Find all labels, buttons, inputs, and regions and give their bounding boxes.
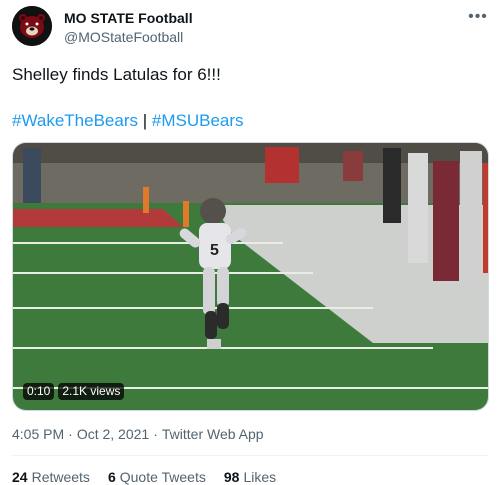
hashtag-link[interactable]: #WakeTheBears	[12, 111, 138, 130]
video-player[interactable]: 5 0:10 2.1K views	[12, 142, 489, 411]
author-display-name[interactable]: MO STATE Football	[64, 9, 193, 27]
tweet-meta: 4:05 PM · Oct 2, 2021 · Twitter Web App	[12, 426, 264, 442]
tweet-source-app[interactable]: Twitter Web App	[162, 426, 264, 442]
hashtag-link[interactable]: #MSUBears	[152, 111, 244, 130]
avatar[interactable]	[12, 6, 52, 46]
tweet-text: Shelley finds Latulas for 6!!!	[12, 65, 221, 84]
more-options-button[interactable]: •••	[464, 6, 492, 28]
likes-stat[interactable]: 98 Likes	[224, 468, 276, 485]
retweets-stat[interactable]: 24 Retweets	[12, 468, 90, 485]
divider	[12, 455, 488, 456]
author-handle[interactable]: @MOStateFootball	[64, 27, 193, 47]
video-frame: 5	[13, 143, 488, 410]
bear-logo-icon	[12, 6, 52, 46]
tweet-date[interactable]: Oct 2, 2021	[77, 426, 149, 442]
tweet-hashtags: #WakeTheBears | #MSUBears	[12, 110, 244, 132]
quote-tweets-stat[interactable]: 6 Quote Tweets	[108, 468, 206, 485]
more-options-icon: •••	[468, 8, 488, 25]
video-time-badge: 0:10	[23, 383, 55, 400]
tweet-time[interactable]: 4:05 PM	[12, 426, 64, 442]
svg-text:5: 5	[210, 242, 219, 259]
tweet-stats: 24 Retweets 6 Quote Tweets 98 Likes	[12, 468, 276, 485]
video-views-badge: 2.1K views	[58, 383, 125, 400]
hashtag-separator: |	[142, 111, 148, 130]
tweet-author[interactable]: MO STATE Football @MOStateFootball	[64, 9, 193, 47]
